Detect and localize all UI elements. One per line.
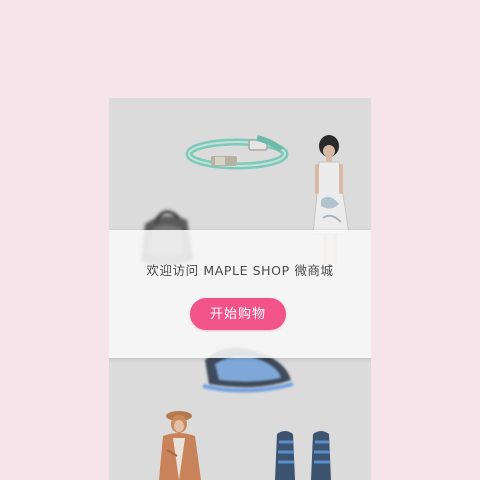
sandals-image bbox=[269, 428, 341, 480]
coat-model-image bbox=[155, 406, 209, 480]
bracelet-image bbox=[185, 134, 289, 172]
app-screen: 欢迎访问 MAPLE SHOP 微商城 开始购物 bbox=[109, 98, 371, 480]
welcome-text: 欢迎访问 MAPLE SHOP 微商城 bbox=[146, 263, 334, 278]
welcome-panel: 欢迎访问 MAPLE SHOP 微商城 开始购物 bbox=[109, 230, 371, 358]
start-shopping-button[interactable]: 开始购物 bbox=[190, 298, 286, 330]
